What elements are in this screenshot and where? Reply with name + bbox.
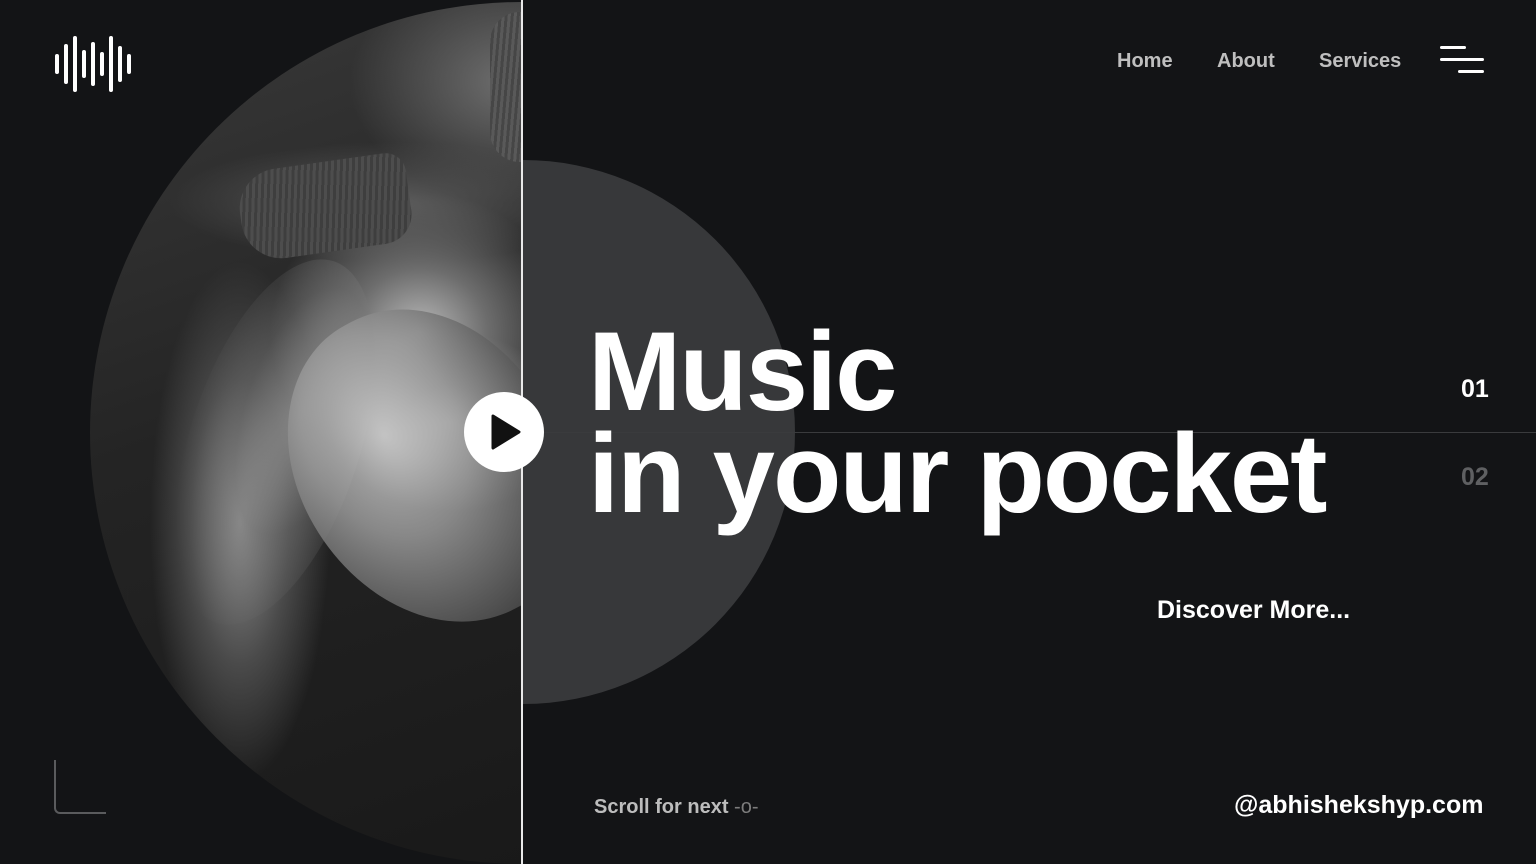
slide-indicator-01[interactable]: 01 xyxy=(1461,375,1489,404)
hero-section: Home About Services Music in your pocket… xyxy=(0,0,1536,864)
nav-home[interactable]: Home xyxy=(1117,50,1173,73)
author-handle[interactable]: @abhishekshyp.com xyxy=(1234,791,1483,820)
scroll-hint-text: Scroll for next xyxy=(594,796,729,818)
scroll-hint: Scroll for next -o- xyxy=(594,796,759,819)
sound-wave-icon[interactable] xyxy=(54,36,136,97)
hero-title-line-2: in your pocket xyxy=(588,411,1327,536)
nav-about[interactable]: About xyxy=(1217,50,1275,73)
slide-indicator-02[interactable]: 02 xyxy=(1461,463,1489,492)
play-button[interactable] xyxy=(464,392,544,472)
discover-more-link[interactable]: Discover More... xyxy=(1157,596,1350,625)
hero-photo-frame xyxy=(0,0,522,864)
corner-bracket-decoration xyxy=(54,760,106,814)
hamburger-menu-icon[interactable] xyxy=(1440,46,1486,76)
hero-photo xyxy=(90,2,522,864)
nav-services[interactable]: Services xyxy=(1319,50,1401,73)
scroll-hint-mark: -o- xyxy=(734,796,759,818)
play-icon xyxy=(491,414,521,450)
